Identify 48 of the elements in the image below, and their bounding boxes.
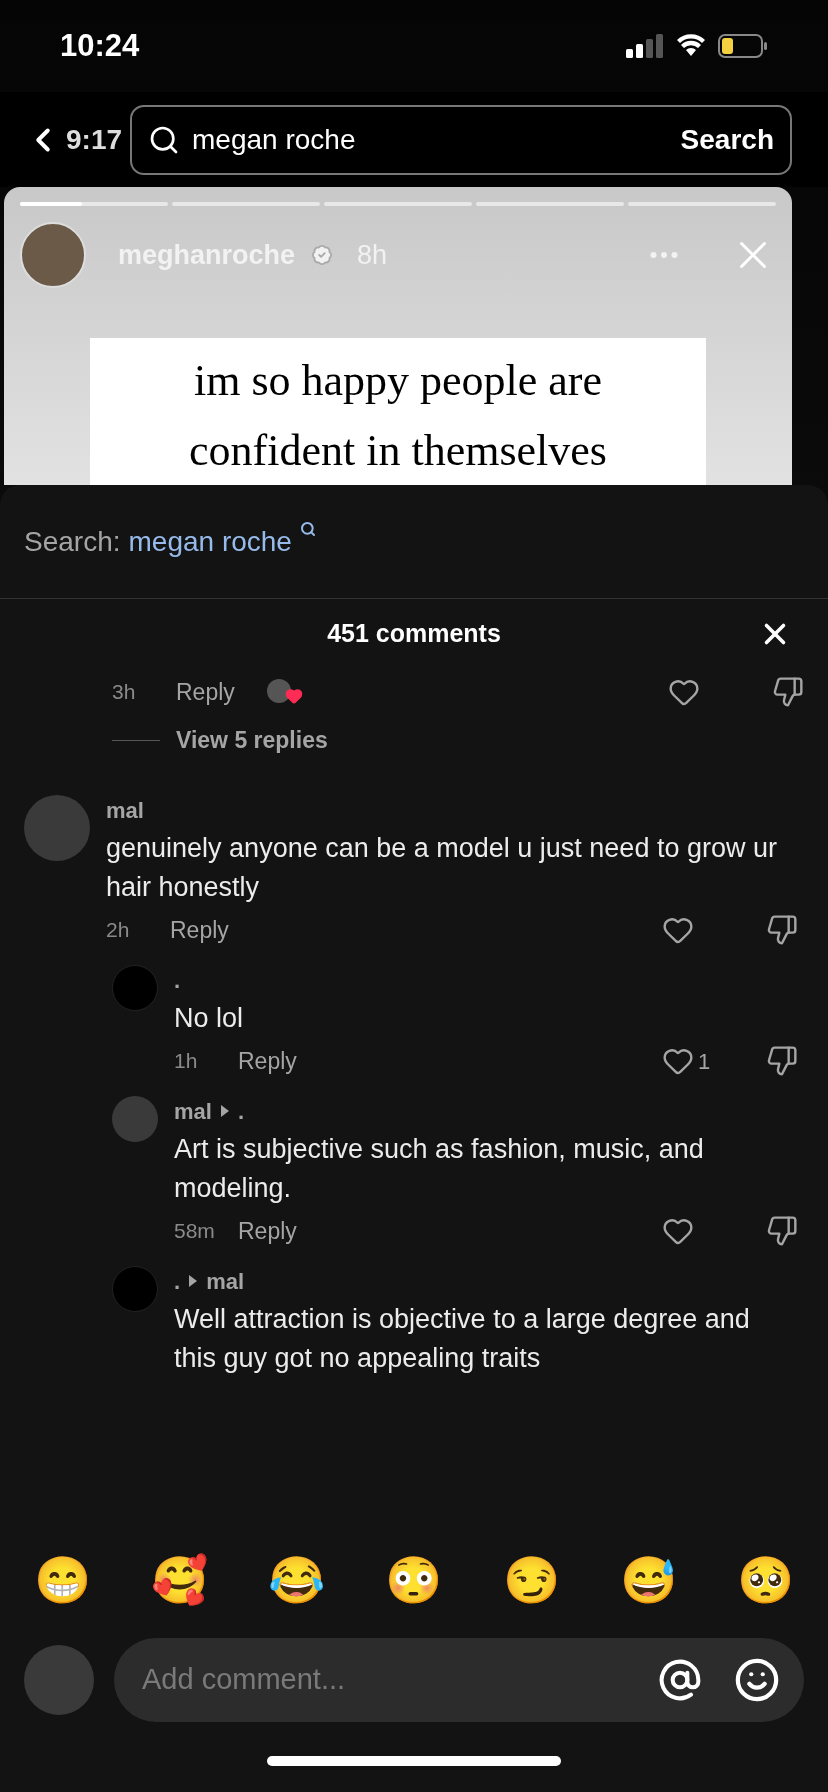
dislike-icon[interactable]	[766, 1215, 798, 1247]
caret-icon	[219, 1104, 230, 1118]
search-query-link[interactable]: megan roche	[128, 520, 292, 563]
comment-time: 3h	[112, 679, 137, 706]
wifi-icon	[676, 34, 706, 58]
back-label: 9:17	[66, 122, 123, 157]
caption-line: confident in themselves	[189, 425, 607, 477]
status-time: 10:24	[60, 26, 140, 65]
emoji-icon[interactable]	[734, 1657, 780, 1703]
comment-username[interactable]: .	[174, 963, 181, 997]
search-button[interactable]: Search	[680, 118, 774, 161]
comment-username[interactable]: .	[174, 1264, 181, 1298]
comment-username[interactable]: mal	[174, 1094, 212, 1128]
emoji-button[interactable]: 😅	[616, 1548, 681, 1612]
comment-text: Art is subjective such as fashion, music, and modeling.	[174, 1133, 705, 1205]
caret-icon	[188, 1274, 199, 1288]
comment-time: 58m	[174, 1218, 216, 1245]
caption-line: im so happy people are	[193, 355, 603, 407]
search-label: Search:	[24, 524, 121, 559]
comment-text: Well attraction is objective to a large degree and this guy got no appealing traits	[174, 1303, 751, 1375]
battery-icon	[718, 34, 768, 58]
reply-button[interactable]: Reply	[238, 1043, 297, 1079]
emoji-button[interactable]: 🥺	[733, 1548, 798, 1612]
view-replies-link[interactable]: View 5 replies	[176, 722, 328, 758]
like-button[interactable]: 1	[662, 1044, 742, 1078]
dislike-icon[interactable]	[766, 914, 798, 946]
comment-text: genuinely anyone can be a model u just need to grow ur hair honestly	[106, 832, 778, 904]
dislike-icon[interactable]	[772, 676, 804, 708]
reply-to-username[interactable]: .	[237, 1094, 245, 1128]
emoji-button[interactable]: 🥰	[147, 1548, 212, 1612]
search-icon	[299, 521, 316, 537]
emoji-button[interactable]: 😳	[382, 1548, 446, 1612]
reply-to-username[interactable]: mal	[206, 1264, 245, 1298]
reply-button[interactable]: Reply	[176, 674, 235, 709]
emoji-button[interactable]: 😁	[30, 1548, 94, 1612]
signal-icon	[626, 34, 664, 58]
comment-username[interactable]: mal	[106, 793, 144, 827]
comment-text: No lol	[174, 1002, 245, 1035]
reply-button[interactable]: Reply	[238, 1213, 297, 1249]
search-field[interactable]: megan roche Search	[130, 104, 792, 175]
comments-title: 451 comments	[327, 618, 501, 650]
dislike-icon[interactable]	[766, 1045, 798, 1077]
emoji-button[interactable]: 😂	[264, 1548, 329, 1612]
comment-time: 2h	[106, 917, 131, 944]
comment-time: 1h	[174, 1048, 199, 1075]
mention-icon[interactable]	[658, 1658, 702, 1702]
reply-button[interactable]: Reply	[170, 912, 229, 948]
emoji-button[interactable]: 😏	[499, 1548, 564, 1612]
